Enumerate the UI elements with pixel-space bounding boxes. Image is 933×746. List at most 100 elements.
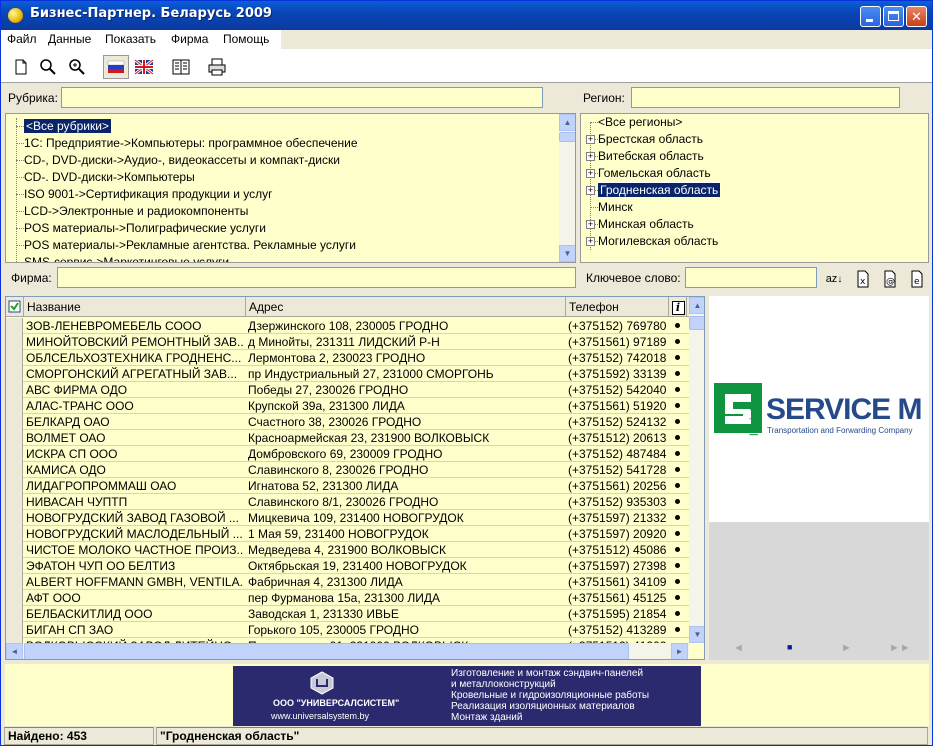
region-item[interactable]: Гомельская область (598, 165, 711, 182)
row-selector[interactable] (6, 478, 23, 494)
rubric-item[interactable]: CD-. DVD-диски->Компьютеры (24, 169, 195, 186)
row-selector[interactable] (6, 318, 23, 334)
region-input[interactable] (631, 87, 900, 108)
scroll-down-icon[interactable]: ▼ (559, 245, 575, 262)
table-row[interactable]: КАМИСА ОДО Славинского 8, 230026 ГРОДНО (+… (6, 462, 689, 478)
info-dot-icon[interactable] (675, 595, 680, 600)
info-dot-icon[interactable] (675, 339, 680, 344)
row-selector[interactable] (6, 526, 23, 542)
table-row[interactable]: НИВАСАН ЧУПТП Славинского 8/1, 230026 ГРО… (6, 494, 689, 510)
menu-firm[interactable]: Фирма (171, 32, 208, 46)
info-dot-icon[interactable] (675, 467, 680, 472)
grid-hscrollbar[interactable]: ◄ ► (6, 643, 689, 659)
info-dot-icon[interactable] (675, 563, 680, 568)
table-row[interactable]: ОБЛСЕЛЬХОЗТЕХНИКА ГРОДНЕНС... Лермонтова … (6, 350, 689, 366)
table-row[interactable]: АЛАС-ТРАНС ООО Крупской 39а, 231300 ЛИДА (… (6, 398, 689, 414)
row-selector[interactable] (6, 574, 23, 590)
web-icon[interactable]: e (907, 269, 927, 289)
printer-icon[interactable] (207, 57, 227, 77)
zoom-search-icon[interactable] (67, 57, 87, 77)
rubric-item[interactable]: 1С: Предприятие->Компьютеры: программное… (24, 135, 358, 152)
ad-current-indicator[interactable]: ■ (787, 642, 792, 652)
info-dot-icon[interactable] (675, 515, 680, 520)
rubric-item[interactable]: <Все рубрики> (23, 118, 112, 135)
title-bar[interactable]: Бизнес-Партнер. Беларусь 2009 ✕ (1, 1, 932, 30)
expand-icon[interactable]: + (586, 186, 595, 195)
row-selector[interactable] (6, 510, 23, 526)
rubric-item[interactable]: ISO 9001->Сертификация продукции и услуг (24, 186, 273, 203)
table-row[interactable]: НОВОГРУДСКИЙ МАСЛОДЕЛЬНЫЙ ... 1 Мая 59, 2… (6, 526, 689, 542)
row-selector[interactable] (6, 366, 23, 382)
info-dot-icon[interactable] (675, 323, 680, 328)
row-selector[interactable] (6, 542, 23, 558)
scroll-up-icon[interactable]: ▲ (559, 114, 575, 131)
info-icon[interactable]: i (670, 297, 687, 317)
ad-last-button[interactable]: ►► (889, 642, 911, 654)
menu-data[interactable]: Данные (48, 32, 91, 46)
column-address[interactable]: Адрес (246, 297, 566, 317)
row-selector[interactable] (6, 590, 23, 606)
table-row[interactable]: БЕЛКАРД ОАО Счастного 38, 230026 ГРОДНО (+… (6, 414, 689, 430)
scroll-right-icon[interactable]: ► (671, 643, 688, 659)
rubric-tree[interactable]: <Все рубрики> 1С: Предприятие->Компьютеры… (5, 113, 576, 263)
ad-prev-button[interactable]: ◄ (733, 642, 744, 654)
row-selector[interactable] (6, 334, 23, 350)
info-dot-icon[interactable] (675, 371, 680, 376)
column-phone[interactable]: Телефон (566, 297, 669, 317)
flag-ru-icon[interactable] (103, 55, 129, 79)
scroll-left-icon[interactable]: ◄ (6, 643, 23, 659)
info-dot-icon[interactable] (675, 547, 680, 552)
table-row[interactable]: НОВОГРУДСКИЙ ЗАВОД ГАЗОВОЙ ... Мицкевича … (6, 510, 689, 526)
rubric-item[interactable]: SMS-сервис->Маркетинговые услуги (24, 254, 229, 262)
row-selector[interactable] (6, 382, 23, 398)
table-row[interactable]: ЧИСТОЕ МОЛОКО ЧАСТНОЕ ПРОИЗ... Медведева … (6, 542, 689, 558)
table-row[interactable]: ЭФАТОН ЧУП ОО БЕЛТИЗ Октябрьская 19, 2314… (6, 558, 689, 574)
region-item[interactable]: Витебская область (598, 148, 704, 165)
table-row[interactable]: АВС ФИРМА ОДО Победы 27, 230026 ГРОДНО (+3… (6, 382, 689, 398)
close-button[interactable]: ✕ (906, 6, 927, 27)
region-item[interactable]: Минская область (598, 216, 694, 233)
export-excel-icon[interactable]: x (853, 269, 873, 289)
rubric-scrollbar[interactable]: ▲ ▼ (559, 114, 575, 262)
expand-icon[interactable]: + (586, 220, 595, 229)
scroll-down-icon[interactable]: ▼ (689, 626, 704, 643)
keyword-input[interactable] (685, 267, 817, 288)
info-dot-icon[interactable] (675, 483, 680, 488)
flag-uk-icon[interactable] (134, 57, 154, 77)
info-dot-icon[interactable] (675, 611, 680, 616)
menu-show[interactable]: Показать (105, 32, 156, 46)
table-row[interactable]: АФТ ООО пер Фурманова 15а, 231300 ЛИДА (+3… (6, 590, 689, 606)
info-dot-icon[interactable] (675, 579, 680, 584)
info-dot-icon[interactable] (675, 531, 680, 536)
book-icon[interactable] (171, 57, 191, 77)
info-dot-icon[interactable] (675, 419, 680, 424)
new-document-icon[interactable] (11, 57, 31, 77)
region-tree[interactable]: <Все регионы> + Брестская область + Витебска… (580, 113, 929, 263)
row-selector[interactable] (6, 430, 23, 446)
ad-next-button[interactable]: ► (841, 642, 852, 654)
table-row[interactable]: ALBERT HOFFMANN GMBH, VENTILA... Фабрична… (6, 574, 689, 590)
row-selector[interactable] (6, 414, 23, 430)
info-dot-icon[interactable] (675, 435, 680, 440)
info-dot-icon[interactable] (675, 387, 680, 392)
expand-icon[interactable]: + (586, 237, 595, 246)
rubric-item[interactable]: LCD->Электронные и радиокомпоненты (24, 203, 248, 220)
sort-az-icon[interactable]: аz↓ (824, 269, 844, 289)
hscroll-thumb[interactable] (24, 643, 629, 659)
table-row[interactable]: ЗОВ-ЛЕНЕВРОМЕБЕЛЬ СООО Дзержинского 108, … (6, 318, 689, 334)
info-dot-icon[interactable] (675, 355, 680, 360)
info-dot-icon[interactable] (675, 451, 680, 456)
row-selector[interactable] (6, 622, 23, 638)
scroll-up-icon[interactable]: ▲ (689, 297, 704, 314)
rubric-input[interactable] (61, 87, 543, 108)
search-icon[interactable] (38, 57, 58, 77)
region-item[interactable]: Гродненская область (596, 182, 722, 199)
results-grid[interactable]: Название Адрес Телефон i ЗОВ-ЛЕНЕВРОМЕБЕ… (5, 296, 705, 660)
expand-icon[interactable]: + (586, 152, 595, 161)
row-selector[interactable] (6, 606, 23, 622)
row-selector[interactable] (6, 494, 23, 510)
region-item[interactable]: Минск (598, 199, 633, 216)
info-dot-icon[interactable] (675, 627, 680, 632)
table-row[interactable]: ИСКРА СП ООО Домбровского 69, 230009 ГРОД… (6, 446, 689, 462)
table-row[interactable]: МИНОЙТОВСКИЙ РЕМОНТНЫЙ ЗАВ... д Минойты, … (6, 334, 689, 350)
